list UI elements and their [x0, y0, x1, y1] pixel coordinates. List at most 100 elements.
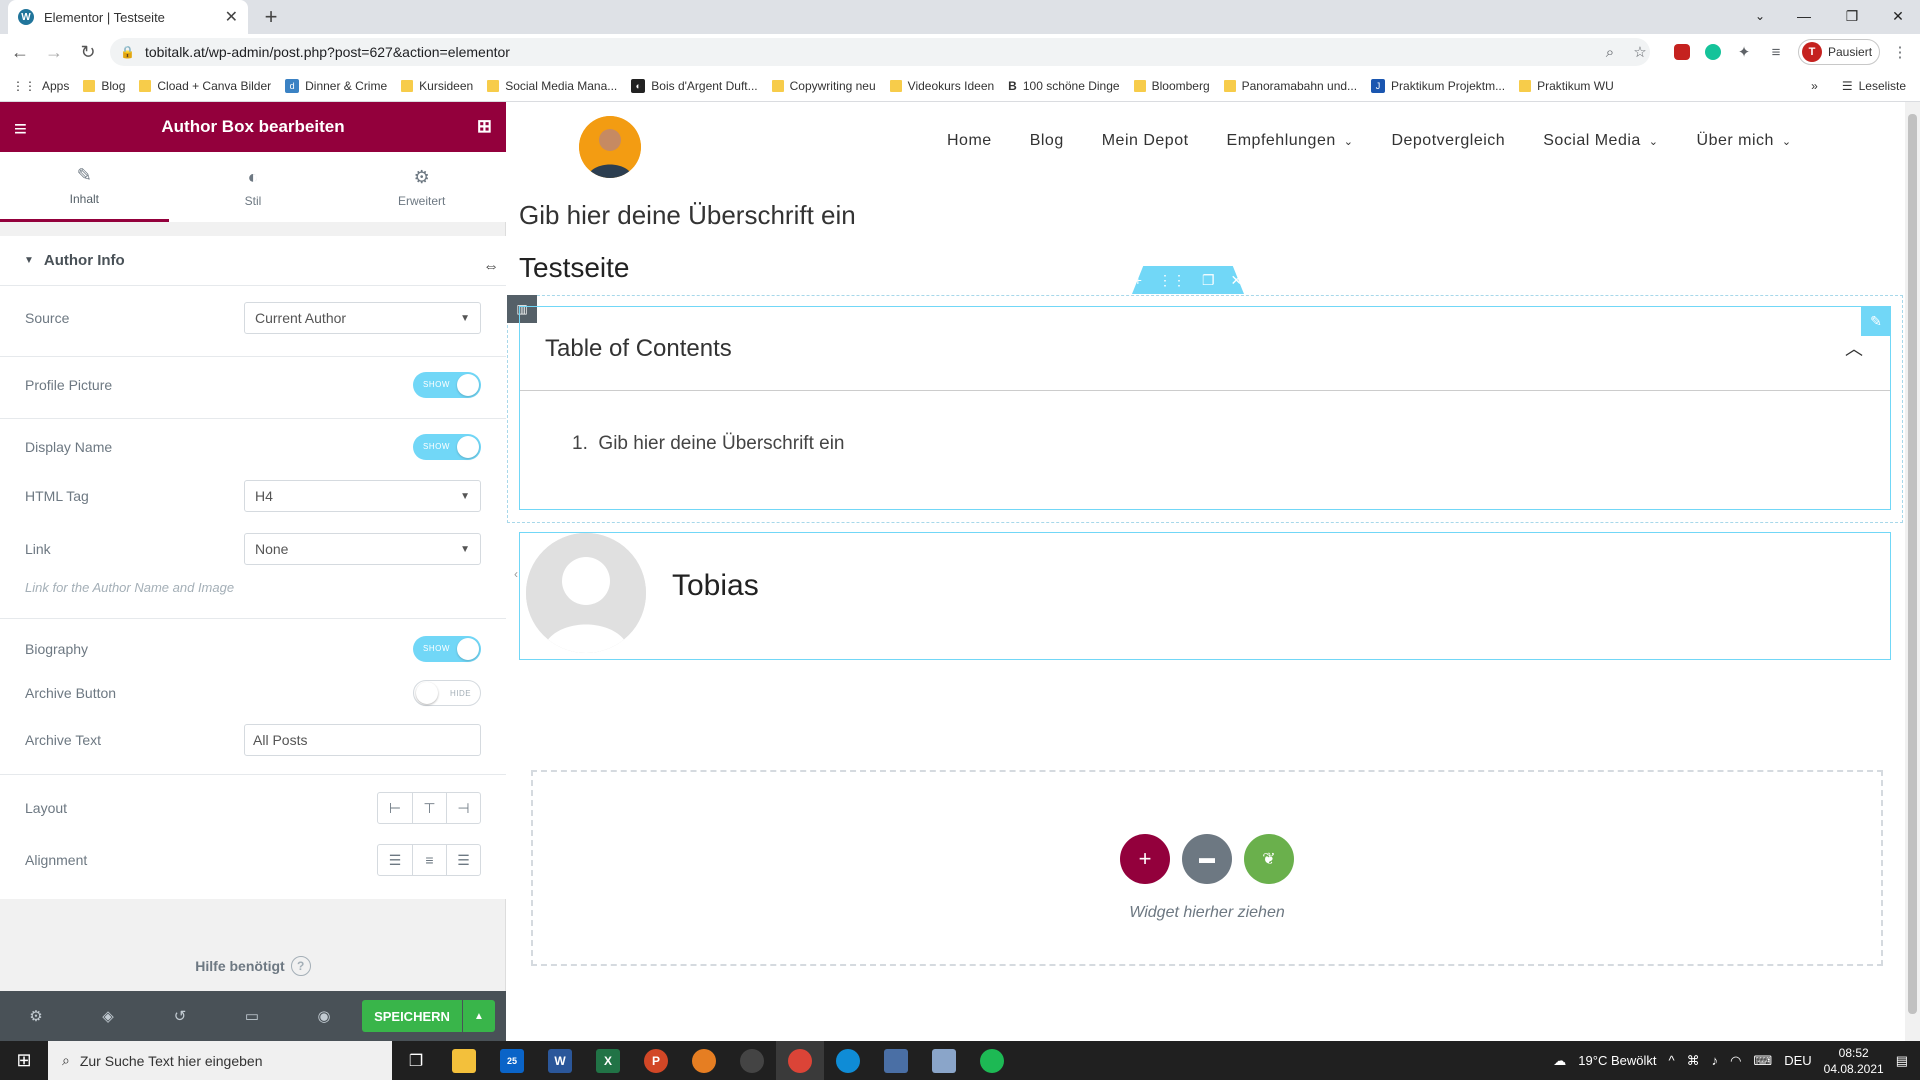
bookmark-apps[interactable]: ⋮⋮ Apps — [12, 79, 69, 93]
layout-left-icon[interactable]: ⊢ — [378, 793, 412, 823]
extensions-icon[interactable]: ✦ — [1734, 42, 1754, 62]
delete-icon[interactable]: ✕ — [1231, 272, 1243, 289]
bookmark-item[interactable]: B 100 schöne Dinge — [1008, 79, 1119, 93]
tab-inhalt[interactable]: ✎ Inhalt — [0, 152, 169, 222]
language-indicator[interactable]: DEU — [1784, 1053, 1811, 1068]
bookmark-item[interactable]: Panoramabahn und... — [1223, 79, 1357, 93]
close-window-button[interactable]: ✕ — [1876, 0, 1920, 32]
toc-item[interactable]: 1. Gib hier deine Überschrift ein — [572, 433, 845, 455]
section-header[interactable]: ▼ Author Info — [0, 236, 506, 286]
page-scrollbar[interactable] — [1905, 102, 1920, 1041]
network-icon[interactable]: ⌘ — [1687, 1053, 1700, 1069]
navigator-layers-icon[interactable]: ◈ — [72, 1007, 144, 1025]
adblock-icon[interactable] — [1672, 42, 1692, 62]
save-options-button[interactable]: ▲ — [463, 1000, 495, 1032]
nav-item-empfehlungen[interactable]: Empfehlungen ⌄ — [1227, 132, 1354, 150]
weather-text[interactable]: 19°C Bewölkt — [1578, 1053, 1656, 1068]
browser-tab[interactable]: W Elementor | Testseite ✕ — [8, 0, 248, 34]
profile-picture-toggle[interactable]: SHOW — [413, 372, 481, 398]
tab-close-icon[interactable]: ✕ — [225, 7, 238, 27]
app-icon[interactable] — [680, 1041, 728, 1080]
settings-icon[interactable]: ⚙ — [0, 1007, 72, 1025]
add-template-button[interactable]: ▬ — [1182, 834, 1232, 884]
tray-chevron-icon[interactable]: ^ — [1668, 1053, 1674, 1068]
wifi-icon[interactable]: ◠ — [1730, 1053, 1741, 1069]
nav-item-ueber-mich[interactable]: Über mich ⌄ — [1697, 132, 1792, 150]
nav-item-home[interactable]: Home — [947, 132, 992, 150]
hamburger-menu-icon[interactable]: ≡ — [14, 116, 27, 142]
menu-dots-icon[interactable]: ⋮ — [1890, 42, 1910, 62]
minimize-button[interactable]: — — [1782, 0, 1826, 32]
app-icon[interactable] — [872, 1041, 920, 1080]
display-name-toggle[interactable]: SHOW — [413, 434, 481, 460]
widgets-grid-icon[interactable]: ⊞ — [477, 116, 492, 137]
table-of-contents-widget[interactable]: Table of Contents ︿ 1. Gib hier deine Üb… — [519, 306, 1891, 510]
spotify-icon[interactable] — [968, 1041, 1016, 1080]
site-logo[interactable] — [579, 116, 641, 178]
chrome-icon[interactable] — [776, 1041, 824, 1080]
bookmark-item[interactable]: J Praktikum Projektm... — [1371, 78, 1505, 93]
page-title[interactable]: Testseite — [519, 252, 630, 284]
help-link[interactable]: Hilfe benötigt ? — [0, 956, 506, 976]
reload-icon[interactable]: ↻ — [74, 38, 102, 66]
keyboard-icon[interactable]: ⌨ — [1753, 1053, 1772, 1069]
add-section-icon[interactable]: + — [1134, 272, 1142, 288]
preview-eye-icon[interactable]: ◉ — [288, 1007, 360, 1025]
reading-list-button[interactable]: » ☰ Leseliste — [1811, 70, 1906, 102]
task-view-icon[interactable]: ❐ — [392, 1041, 440, 1080]
file-explorer-icon[interactable] — [440, 1041, 488, 1080]
duplicate-icon[interactable]: ❐ — [1202, 272, 1215, 289]
tab-erweitert[interactable]: ⚙ Erweitert — [337, 152, 506, 222]
align-left-icon[interactable]: ☰ — [378, 845, 412, 875]
source-select[interactable]: Current Author ▼ — [244, 302, 481, 334]
bookmark-item[interactable]: Copywriting neu — [771, 79, 876, 93]
address-bar[interactable]: 🔒 tobitalk.at/wp-admin/post.php?post=627… — [110, 38, 1650, 66]
nav-item-depotvergleich[interactable]: Depotvergleich — [1391, 132, 1505, 150]
scrollbar-thumb[interactable] — [1908, 114, 1917, 1014]
media-control-icon[interactable]: ≡ — [1766, 42, 1786, 62]
nav-item-blog[interactable]: Blog — [1030, 132, 1064, 150]
archive-text-input[interactable]: All Posts — [244, 724, 481, 756]
chevron-up-icon[interactable]: ︿ — [1845, 335, 1863, 361]
layout-top-icon[interactable]: ⊤ — [412, 793, 446, 823]
profile-button[interactable]: T Pausiert — [1798, 39, 1880, 65]
bookmark-item[interactable]: Social Media Mana... — [487, 79, 617, 93]
author-box-widget[interactable]: Tobias — [519, 532, 1891, 660]
envato-kit-button[interactable]: ❦ — [1244, 834, 1294, 884]
grammarly-icon[interactable] — [1703, 42, 1723, 62]
bookmark-item[interactable]: Bloomberg — [1133, 79, 1210, 93]
link-select[interactable]: None ▼ — [244, 533, 481, 565]
new-tab-button[interactable]: + — [258, 4, 284, 30]
html-tag-select[interactable]: H4 ▼ — [244, 480, 481, 512]
bookmark-item[interactable]: Videokurs Ideen — [889, 79, 994, 93]
bookmark-item[interactable]: Praktikum WU — [1519, 79, 1614, 93]
more-bookmarks-icon[interactable]: » — [1811, 79, 1818, 93]
bookmark-item[interactable]: Blog — [83, 79, 125, 93]
bookmark-star-icon[interactable]: ☆ — [1630, 42, 1650, 62]
drag-handle-icon[interactable]: ⋮⋮ — [1158, 272, 1186, 289]
windows-start-icon[interactable]: ⊞ — [0, 1041, 48, 1080]
heading-widget[interactable]: Gib hier deine Überschrift ein — [519, 200, 856, 231]
tab-stil[interactable]: ◐ Stil — [169, 152, 338, 222]
edge-icon[interactable] — [824, 1041, 872, 1080]
back-icon[interactable]: ← — [6, 38, 34, 66]
biography-toggle[interactable]: SHOW — [413, 636, 481, 662]
archive-button-toggle[interactable]: HIDE — [413, 680, 481, 706]
layout-right-icon[interactable]: ⊣ — [446, 793, 480, 823]
forward-icon[interactable]: → — [40, 38, 68, 66]
align-center-icon[interactable]: ≡ — [412, 845, 446, 875]
zoom-icon[interactable]: ⌕ — [1600, 42, 1620, 62]
word-icon[interactable]: W — [536, 1041, 584, 1080]
bookmark-item[interactable]: ◐ Bois d'Argent Duft... — [631, 78, 758, 93]
save-button[interactable]: SPEICHERN — [362, 1000, 462, 1032]
align-right-icon[interactable]: ☰ — [446, 845, 480, 875]
taskbar-search[interactable]: ⌕ Zur Suche Text hier eingeben — [48, 1041, 392, 1080]
obs-icon[interactable] — [728, 1041, 776, 1080]
nav-item-social-media[interactable]: Social Media ⌄ — [1543, 132, 1658, 150]
excel-icon[interactable]: X — [584, 1041, 632, 1080]
notification-icon[interactable]: ▤ — [1896, 1053, 1908, 1069]
notepad-icon[interactable] — [920, 1041, 968, 1080]
bookmark-item[interactable]: Cload + Canva Bilder — [139, 79, 271, 93]
volume-icon[interactable]: ♪ — [1712, 1053, 1719, 1068]
bookmark-item[interactable]: Kursideen — [401, 79, 473, 93]
